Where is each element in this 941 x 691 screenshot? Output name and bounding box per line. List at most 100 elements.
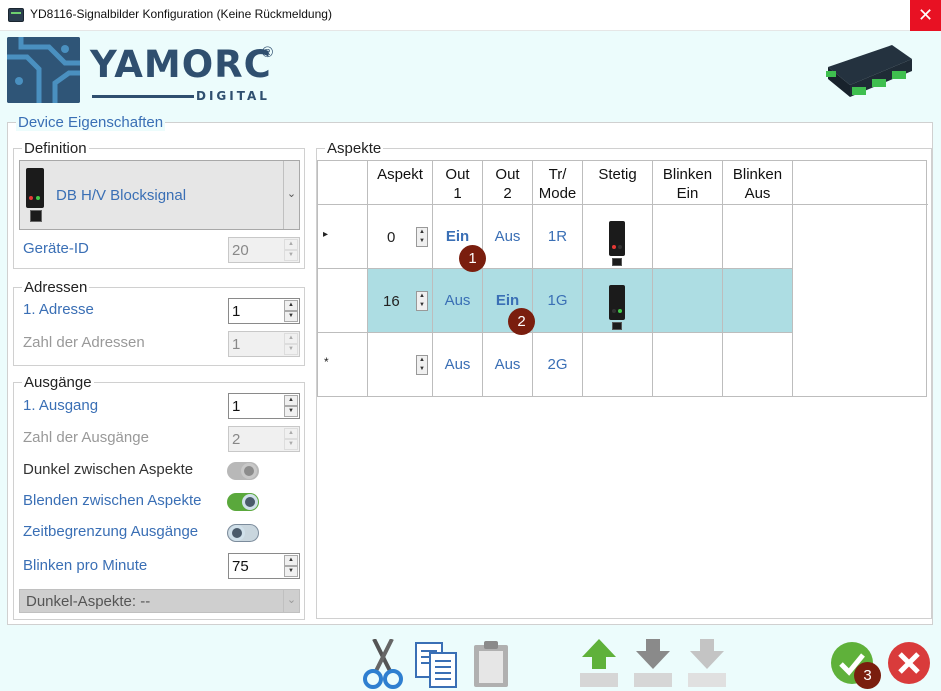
registered-mark: ®	[262, 44, 274, 61]
aspekte-grid[interactable]: Aspekt Out 1 Out 2 Tr/Mode Stetig Blinken E…	[317, 160, 928, 397]
row-mode-value: 2G	[547, 356, 568, 373]
copy-icon[interactable]	[414, 639, 460, 689]
signal-green-icon	[609, 285, 625, 320]
row-mode-value: 1R	[547, 228, 568, 245]
table-cell-stetig[interactable]	[583, 205, 653, 269]
row-mode-value: 1G	[547, 292, 568, 309]
spin-up-icon[interactable]: ▲	[284, 395, 298, 406]
row-out1-value: Ein	[445, 228, 470, 245]
row-out2-value: Aus	[494, 228, 521, 245]
spin-up-icon: ▲	[284, 239, 298, 250]
blenden-label: Blenden zwischen Aspekte	[23, 492, 202, 509]
spin-up-icon: ▲	[284, 333, 298, 344]
aspekt-spin-icon[interactable]: ▲ ▼	[416, 227, 428, 247]
zahl-adressen-label: Zahl der Adressen	[23, 334, 145, 351]
header-out2[interactable]: Out 2	[483, 161, 533, 205]
adresse-label: 1. Adresse	[23, 301, 94, 318]
title-bar: YD8116-Signalbilder Konfiguration (Keine…	[0, 0, 941, 31]
table-cell-blinken-aus[interactable]	[723, 269, 793, 333]
definition-selected-value: DB H/V Blocksignal	[56, 187, 187, 204]
signal-base-icon	[612, 322, 622, 330]
definition-legend: Definition	[22, 140, 89, 157]
adresse-field[interactable]: 1 ▲ ▼	[228, 298, 300, 324]
move-up-icon[interactable]	[580, 639, 618, 689]
ausgang-label: 1. Ausgang	[23, 397, 99, 414]
table-cell-blinken-aus[interactable]	[723, 333, 793, 397]
signal-red-icon	[609, 221, 625, 256]
move-down-disabled-icon	[688, 639, 726, 689]
header-blinken-aus-line1: Blinken	[732, 166, 783, 183]
spin-down-icon[interactable]: ▼	[284, 566, 298, 577]
window-close-button[interactable]: ✕	[910, 0, 941, 31]
table-cell-blinken-ein[interactable]	[653, 269, 723, 333]
ausgang-field[interactable]: 1 ▲ ▼	[228, 393, 300, 419]
zahl-ausgaenge-label: Zahl der Ausgänge	[23, 429, 149, 446]
table-cell-stetig[interactable]	[583, 269, 653, 333]
header-out2-line2: 2	[503, 185, 512, 202]
logo-area: YAMORC ® DIGITAL	[0, 31, 941, 109]
table-cell-mode[interactable]: 2G	[533, 333, 583, 397]
dunkel-aspekte-select: Dunkel-Aspekte: -- ⌄	[19, 589, 300, 613]
geraete-id-value: 20	[232, 242, 249, 259]
aspekt-spin-icon[interactable]: ▲ ▼	[416, 355, 428, 375]
paste-icon	[472, 639, 512, 689]
definition-select[interactable]: DB H/V Blocksignal ⌄	[19, 160, 300, 230]
header-out1[interactable]: Out 1	[433, 161, 483, 205]
spin-down-icon[interactable]: ▼	[284, 406, 298, 417]
table-cell-out1[interactable]: Aus	[433, 269, 483, 333]
header-stetig-label: Stetig	[598, 166, 637, 183]
table-cell-aspekt[interactable]: 0 ▲ ▼	[368, 205, 433, 269]
row-marker[interactable]	[318, 269, 368, 333]
spin-up-icon: ▲	[284, 428, 298, 439]
signal-preview-icon	[26, 168, 44, 208]
table-cell-blinken-aus[interactable]	[723, 205, 793, 269]
header-stetig[interactable]: Stetig	[583, 161, 653, 205]
move-down-icon[interactable]	[634, 639, 672, 689]
grid-corner	[318, 161, 368, 205]
table-cell-aspekt[interactable]: 16 ▲ ▼	[368, 269, 433, 333]
dunkel-aspekte-value: Dunkel-Aspekte: --	[26, 593, 151, 610]
chevron-down-icon[interactable]: ⌄	[283, 161, 299, 229]
spin-up-icon[interactable]: ▲	[284, 555, 298, 566]
spin-down-icon: ▼	[284, 250, 298, 261]
yd8116-device-icon	[822, 41, 914, 101]
aspekt-spin-icon[interactable]: ▲ ▼	[416, 291, 428, 311]
blenden-toggle[interactable]	[227, 493, 259, 511]
header-blinken-ein[interactable]: Blinken Ein	[653, 161, 723, 205]
adressen-legend: Adressen	[22, 279, 90, 296]
zeitbegrenzung-toggle[interactable]	[227, 524, 259, 542]
table-cell-stetig[interactable]	[583, 333, 653, 397]
header-aspekt[interactable]: Aspekt	[368, 161, 433, 205]
zahl-adressen-field: 1 ▲ ▼	[228, 331, 300, 357]
table-cell-out2[interactable]: Aus	[483, 205, 533, 269]
callout-badge-3: 3	[854, 662, 881, 689]
spin-down-icon: ▼	[284, 439, 298, 450]
yamorc-logo-icon	[7, 37, 80, 103]
app-icon	[8, 8, 24, 22]
zeitbegrenzung-label: Zeitbegrenzung Ausgänge	[23, 523, 199, 540]
table-cell-out1[interactable]: Aus	[433, 333, 483, 397]
table-cell-aspekt[interactable]: ▲ ▼	[368, 333, 433, 397]
header-mode-line2: Mode	[538, 185, 577, 202]
ausgang-value: 1	[232, 398, 241, 415]
callout-badge-1: 1	[459, 245, 486, 272]
bottom-toolbar	[0, 631, 941, 691]
table-cell-mode[interactable]: 1R	[533, 205, 583, 269]
table-cell-blinken-ein[interactable]	[653, 205, 723, 269]
table-cell-out2[interactable]: Aus	[483, 333, 533, 397]
table-cell-mode[interactable]: 1G	[533, 269, 583, 333]
spin-down-icon[interactable]: ▼	[284, 311, 298, 322]
header-blinken-aus[interactable]: Blinken Aus	[723, 161, 793, 205]
scissors-icon[interactable]	[362, 638, 404, 689]
row-marker[interactable]: *	[318, 333, 368, 397]
blinken-field[interactable]: 75 ▲ ▼	[228, 553, 300, 579]
row-marker[interactable]: ▸	[318, 205, 368, 269]
header-mode[interactable]: Tr/Mode	[533, 161, 583, 205]
blinken-label: Blinken pro Minute	[23, 557, 148, 574]
header-aspekt-label: Aspekt	[377, 166, 423, 183]
spin-up-icon[interactable]: ▲	[284, 300, 298, 311]
zahl-ausgaenge-field: 2 ▲ ▼	[228, 426, 300, 452]
table-cell-blinken-ein[interactable]	[653, 333, 723, 397]
cancel-icon[interactable]	[887, 641, 931, 685]
header-mode-line1: Tr/	[548, 166, 567, 183]
